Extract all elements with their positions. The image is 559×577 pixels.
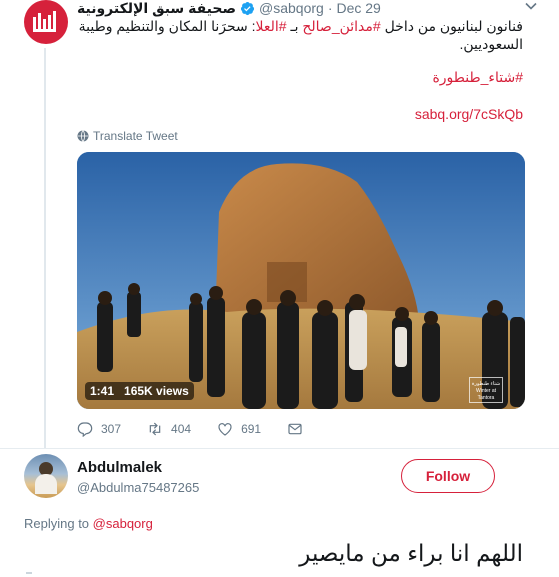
- thread-line: [44, 48, 46, 448]
- hashtag-alula[interactable]: #العلا: [256, 18, 287, 34]
- tweet-date[interactable]: Dec 29: [336, 0, 380, 16]
- retweet-count: 404: [171, 422, 192, 436]
- bottom-separator: [26, 572, 32, 574]
- like-count: 691: [241, 422, 262, 436]
- retweet-icon: [149, 422, 161, 436]
- video-watermark: شتاء طنطورة Winter at Tantora: [469, 377, 503, 403]
- tweet-text: فنانون لبنانيون من داخل #مدائن_صالح بـ #…: [77, 17, 523, 53]
- replying-prefix: Replying to: [24, 516, 93, 531]
- reply-button[interactable]: 307: [77, 421, 121, 437]
- message-icon: [288, 423, 302, 435]
- tweet-video[interactable]: شتاء طنطورة Winter at Tantora 1:41 165K …: [77, 152, 525, 409]
- like-icon: [218, 423, 232, 436]
- reply-text: اللهم انا براء من مايصير: [299, 540, 523, 566]
- reply-count: 307: [101, 422, 122, 436]
- verified-icon: [240, 1, 255, 16]
- retweet-button[interactable]: 404: [147, 421, 191, 437]
- hashtag-winter-tantora[interactable]: #شتاء_طنطورة: [432, 69, 523, 86]
- tweet-actions: 307 404 691: [77, 420, 377, 438]
- tweet-text-part2: بـ: [286, 18, 303, 34]
- tweet-header: صحيفة سبق الإلكترونية @sabqorg · Dec 29: [77, 0, 539, 16]
- like-button[interactable]: 691: [217, 421, 261, 437]
- video-views: 165K views: [119, 382, 194, 400]
- replying-to: Replying to @sabqorg: [24, 516, 153, 531]
- video-duration: 1:41: [85, 382, 120, 400]
- hashtag-madain-saleh[interactable]: #مدائن_صالح: [302, 18, 380, 34]
- tweet-text-part1: فنانون لبنانيون من داخل: [380, 18, 523, 34]
- translate-tweet-button[interactable]: Translate Tweet: [77, 129, 178, 143]
- replying-to-handle[interactable]: @sabqorg: [93, 516, 153, 531]
- sabq-avatar[interactable]: [24, 0, 68, 44]
- chevron-down-icon[interactable]: [523, 0, 539, 14]
- reply-author-handle[interactable]: @Abdulma75487265: [77, 480, 199, 495]
- tweet-link[interactable]: sabq.org/7cSkQb: [415, 106, 523, 122]
- follow-button[interactable]: Follow: [401, 459, 495, 493]
- divider: [0, 448, 559, 449]
- translate-label: Translate Tweet: [93, 129, 178, 143]
- reply-author-name[interactable]: Abdulmalek: [77, 459, 162, 476]
- sabq-logo-icon: [33, 11, 56, 32]
- separator-dot: ·: [327, 0, 333, 16]
- globe-icon: [77, 130, 89, 142]
- tweet-author-handle[interactable]: @sabqorg: [259, 0, 324, 16]
- reply-author-avatar[interactable]: [24, 454, 68, 498]
- video-info-badge: 1:41 165K views: [85, 382, 194, 400]
- video-thumbnail: [77, 152, 525, 409]
- direct-message-button[interactable]: [287, 421, 311, 437]
- reply-icon: [77, 422, 93, 437]
- tweet-author-name[interactable]: صحيفة سبق الإلكترونية: [77, 0, 236, 17]
